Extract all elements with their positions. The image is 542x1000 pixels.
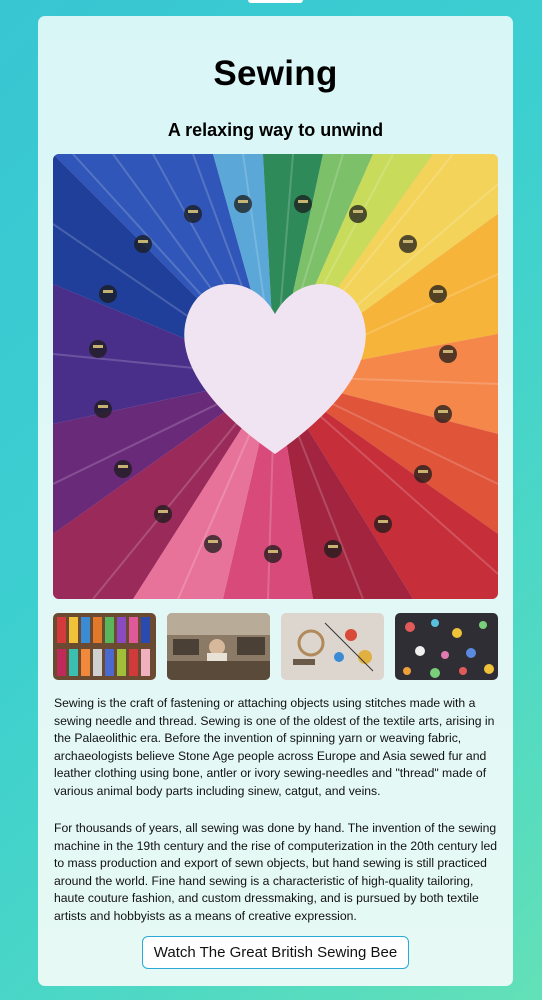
thumbnail-sewing-notions[interactable] xyxy=(281,613,384,680)
intro-paragraph: Sewing is the craft of fastening or atta… xyxy=(54,696,495,798)
page-title: Sewing xyxy=(213,54,338,93)
history-paragraph: For thousands of years, all sewing was d… xyxy=(54,821,498,923)
content-card: Sewing A relaxing way to unwind Sewing i… xyxy=(38,16,513,986)
thumbnail-embroidered-fabric[interactable] xyxy=(395,613,498,680)
thumbnail-strip xyxy=(53,613,498,680)
top-tab-indicator xyxy=(248,0,303,3)
page-subtitle: A relaxing way to unwind xyxy=(167,120,384,140)
watch-sewing-bee-button[interactable]: Watch The Great British Sewing Bee xyxy=(142,936,409,969)
thumbnail-thread-spools[interactable] xyxy=(53,613,156,680)
thumbnail-sewing-workshop[interactable] xyxy=(167,613,270,680)
hero-image xyxy=(53,154,498,599)
